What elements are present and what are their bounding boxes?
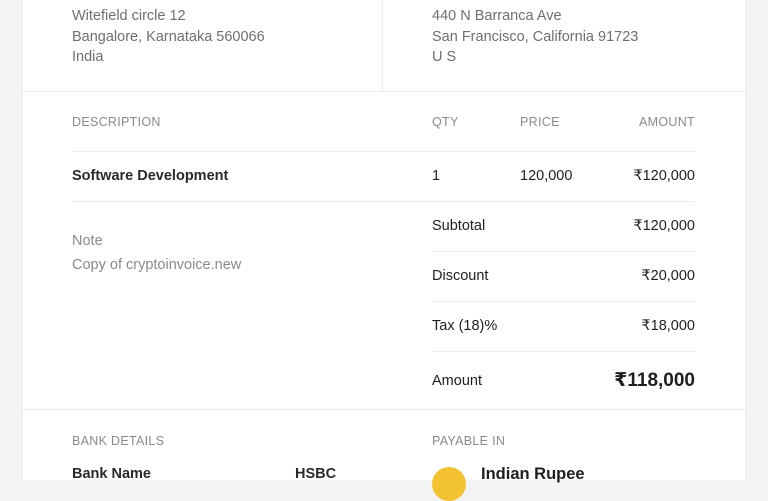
subtotal-value: ₹120,000 (633, 218, 695, 234)
section-divider (23, 409, 745, 410)
rupee-coin-icon (432, 467, 466, 501)
amount-total: ₹118,000 (614, 370, 695, 391)
payable-in-heading: PAYABLE IN (432, 434, 506, 448)
row-divider (72, 201, 695, 202)
section-divider (23, 91, 745, 92)
from-street: Witefield circle 12 (72, 8, 186, 24)
row-divider (432, 301, 695, 302)
tax-label: Tax (18)% (432, 318, 498, 334)
item-price: 120,000 (520, 168, 573, 184)
discount-value: ₹20,000 (641, 268, 695, 284)
column-header-amount: AMOUNT (639, 115, 695, 129)
note-label: Note (72, 233, 103, 249)
from-city-line: Bangalore, Karnataka 560066 (72, 28, 265, 45)
item-description: Software Development (72, 168, 229, 184)
item-qty: 1 (432, 168, 441, 184)
column-header-qty: QTY (432, 115, 459, 129)
row-divider (432, 251, 695, 252)
row-divider (72, 151, 695, 152)
subtotal-label: Subtotal (432, 218, 486, 234)
from-address: Witefield circle 12 Bangalore, Karnataka… (72, 6, 265, 68)
column-header-price: PRICE (520, 115, 560, 129)
to-city-line: San Francisco, California 91723 (432, 28, 639, 45)
to-country: U S (432, 49, 457, 65)
column-header-description: DESCRIPTION (72, 115, 161, 129)
row-divider (432, 351, 695, 352)
discount-label: Discount (432, 268, 489, 284)
to-address: 440 N Barranca Ave San Francisco, Califo… (432, 6, 638, 68)
to-street: 440 N Barranca Ave (432, 8, 562, 24)
amount-label: Amount (432, 373, 482, 389)
from-country: India (72, 49, 104, 65)
address-divider (382, 0, 383, 91)
currency-name: Indian Rupee (481, 465, 585, 483)
item-amount: ₹120,000 (633, 168, 695, 184)
invoice-card: Witefield circle 12 Bangalore, Karnataka… (22, 0, 746, 501)
tax-value: ₹18,000 (641, 318, 695, 334)
note-text: Copy of cryptoinvoice.new (72, 257, 242, 273)
bank-details-heading: BANK DETAILS (72, 434, 165, 448)
